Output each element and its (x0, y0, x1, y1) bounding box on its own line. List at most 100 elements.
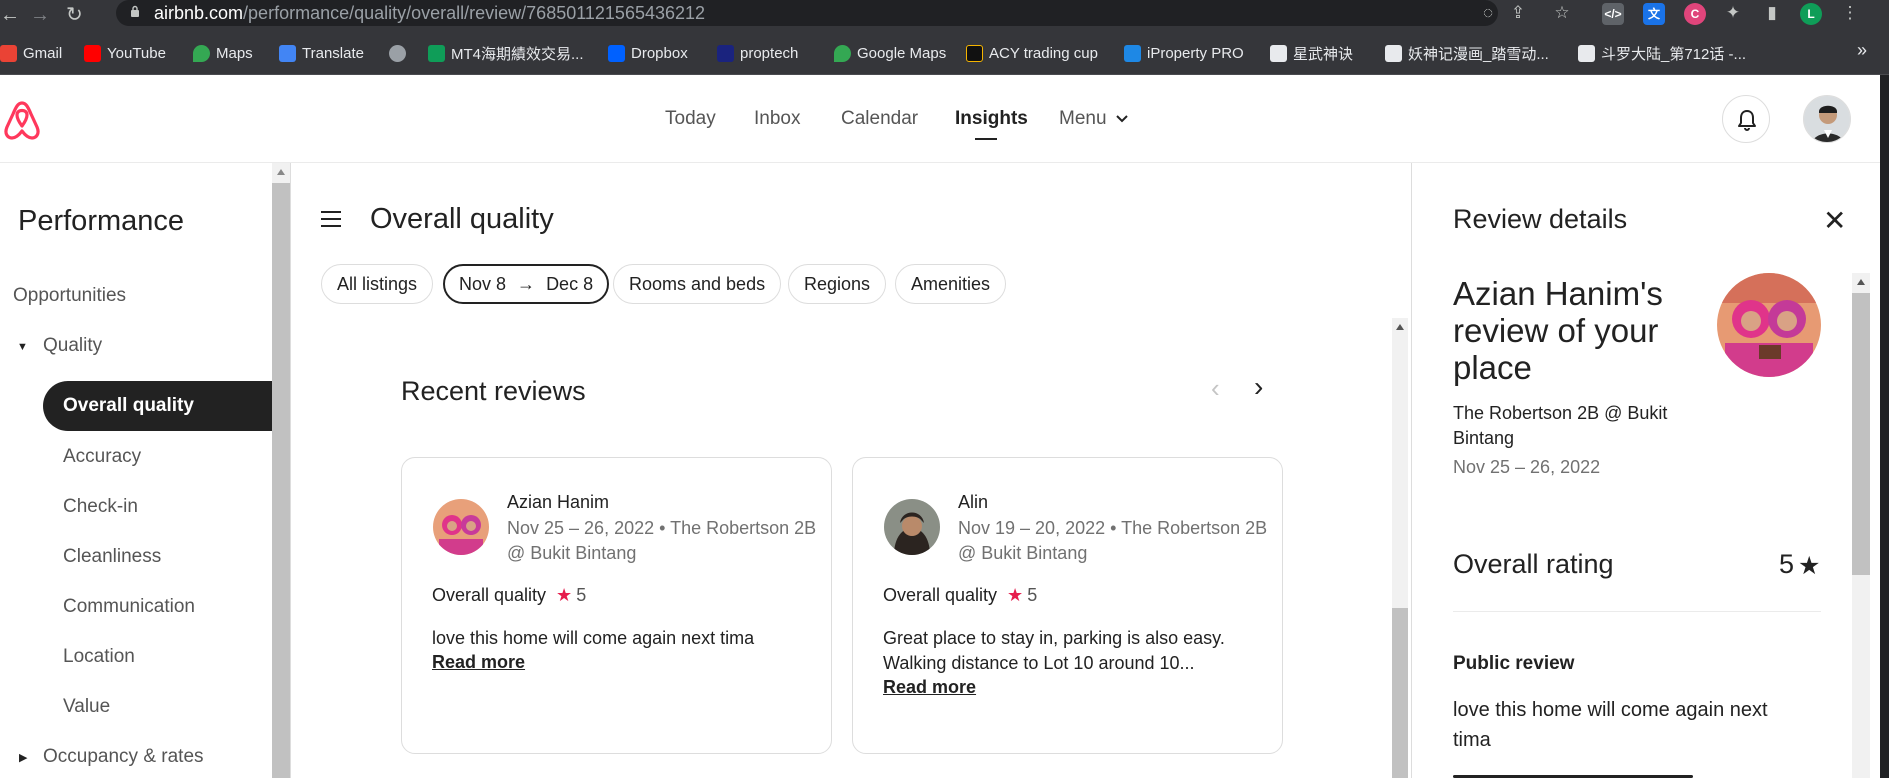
arrow-right-icon: → (517, 274, 536, 294)
bookmark-novel[interactable]: 星武神诀 (1270, 42, 1353, 64)
puzzle-icon[interactable]: ✦ (1723, 3, 1743, 23)
stay-dates: Nov 25 – 26, 2022 (1453, 457, 1601, 477)
url-path: /performance/quality/overall/review/7685… (243, 3, 706, 23)
scroll-up-icon[interactable] (1396, 324, 1404, 330)
sidebar-item-quality[interactable]: Quality (43, 335, 102, 357)
panel-scrollbar[interactable] (1852, 273, 1870, 778)
extension-translate-icon[interactable]: 文 (1643, 3, 1665, 25)
bookmark-youtube[interactable]: YouTube (84, 42, 166, 64)
bookmark-gmail[interactable]: Gmail (0, 42, 62, 64)
site-header: Today Inbox Calendar Insights Menu (0, 75, 1880, 163)
filter-date-range[interactable]: Nov 8 → Dec 8 (443, 264, 610, 304)
sidebar-item-check-in[interactable]: Check-in (63, 496, 138, 518)
sidebar-item-location[interactable]: Location (63, 646, 135, 668)
bookmark-translate[interactable]: Translate (279, 42, 364, 64)
recent-reviews-title: Recent reviews (401, 376, 586, 406)
filter-regions[interactable]: Regions (788, 264, 887, 304)
reviewer-avatar (433, 499, 489, 555)
url-text[interactable]: airbnb.com/performance/quality/overall/r… (154, 3, 705, 24)
bookmark-acy[interactable]: ACY trading cup (966, 42, 1098, 64)
sidebar-item-overall-quality[interactable]: Overall quality (43, 381, 273, 431)
review-heading: Azian Hanim's review of your place (1453, 275, 1663, 386)
overall-rating-label: Overall rating (1453, 549, 1614, 579)
bookmark-maps[interactable]: Maps (193, 42, 253, 64)
back-icon[interactable]: ← (0, 4, 20, 26)
eye-slash-icon[interactable]: ◌ (1478, 3, 1498, 23)
read-more-link[interactable]: Read more (883, 677, 976, 698)
nav-insights[interactable]: Insights (955, 108, 1028, 130)
bookmark-manga-1[interactable]: 妖神记漫画_踏雪动... (1385, 42, 1549, 64)
kebab-menu-icon[interactable]: ⋮ (1840, 3, 1860, 23)
close-icon[interactable]: ✕ (1823, 207, 1846, 235)
nav-inbox[interactable]: Inbox (754, 108, 800, 130)
side-panel-icon[interactable]: ▮ (1762, 3, 1782, 23)
sidebar-item-value[interactable]: Value (63, 696, 110, 718)
sidebar-scroll-thumb[interactable] (272, 183, 290, 778)
sidebar-item-communication[interactable]: Communication (63, 596, 195, 618)
bookmark-iproperty[interactable]: iProperty PRO (1124, 42, 1244, 64)
host-avatar[interactable] (1803, 95, 1851, 143)
sidebar: Performance Opportunities ▼ Quality Over… (0, 163, 290, 778)
main-scrollbar[interactable] (1392, 318, 1408, 778)
sidebar-item-accuracy[interactable]: Accuracy (63, 446, 141, 468)
extension-code-icon[interactable]: </> (1602, 3, 1624, 25)
bookmark-proptech[interactable]: proptech (717, 42, 798, 64)
reviewer-photo (884, 499, 940, 555)
main-scroll-thumb[interactable] (1392, 608, 1408, 778)
forward-icon[interactable]: → (30, 4, 50, 26)
sidebar-scrollbar[interactable] (272, 163, 290, 778)
caret-right-icon[interactable]: ▶ (19, 751, 27, 764)
sidebar-item-occupancy[interactable]: Occupancy & rates (43, 746, 204, 768)
review-card[interactable]: Azian Hanim Nov 25 – 26, 2022 • The Robe… (401, 457, 832, 754)
robot-icon (1578, 44, 1595, 62)
read-more-link[interactable]: Read more (432, 652, 525, 673)
reviewer-photo-large (1717, 273, 1821, 377)
hamburger-menu-icon[interactable] (321, 211, 341, 227)
bookmark-dropbox[interactable]: Dropbox (608, 42, 688, 64)
date-from: Nov 8 (459, 274, 507, 294)
reviewer-name: Alin (958, 492, 989, 512)
translate-icon (279, 44, 296, 62)
extension-c-icon[interactable]: C (1684, 3, 1706, 25)
review-card[interactable]: Alin Nov 19 – 20, 2022 • The Robertson 2… (852, 457, 1283, 754)
bookmark-manga-2[interactable]: 斗罗大陆_第712话 -... (1578, 42, 1746, 64)
chevron-left-icon[interactable]: ‹ (1211, 373, 1220, 404)
panel-scroll-thumb[interactable] (1852, 293, 1870, 575)
dropbox-icon (608, 44, 625, 62)
star-icon: ★ (556, 585, 573, 605)
maps-icon (193, 44, 210, 62)
public-review-text: love this home will come again next tima (1453, 699, 1768, 751)
scroll-up-icon[interactable] (1857, 279, 1865, 285)
address-bar[interactable]: airbnb.com/performance/quality/overall/r… (116, 0, 1498, 26)
share-icon[interactable]: ⇪ (1508, 3, 1528, 23)
reviewer-name: Azian Hanim (507, 492, 610, 512)
nav-today[interactable]: Today (665, 108, 716, 130)
sidebar-item-cleanliness[interactable]: Cleanliness (63, 546, 161, 568)
filter-all-listings[interactable]: All listings (321, 264, 434, 304)
airbnb-logo-icon[interactable] (2, 97, 42, 141)
chevron-right-icon[interactable]: › (1254, 371, 1263, 403)
reload-icon[interactable]: ↻ (66, 4, 83, 26)
caret-down-icon[interactable]: ▼ (17, 341, 28, 353)
youtube-icon (84, 44, 101, 62)
bookmark-globe[interactable] (389, 42, 412, 64)
notifications-button[interactable] (1722, 95, 1770, 143)
nav-calendar[interactable]: Calendar (841, 108, 918, 130)
url-host: airbnb.com (154, 3, 244, 23)
bookmark-star-icon[interactable]: ☆ (1552, 3, 1572, 23)
listing-name: The Robertson 2B @ Bukit Bintang (1453, 403, 1668, 448)
more-bookmarks-icon[interactable]: » (1857, 40, 1867, 61)
rating-score: 5 (576, 585, 587, 605)
bookmark-mt4[interactable]: MT4海期績效交易... (428, 42, 584, 64)
public-review-label: Public review (1453, 653, 1575, 674)
nav-menu[interactable]: Menu (1059, 108, 1129, 130)
sidebar-item-opportunities[interactable]: Opportunities (13, 285, 126, 307)
bookmark-google-maps[interactable]: Google Maps (834, 42, 946, 64)
star-icon: ★ (1798, 552, 1821, 580)
scroll-up-icon[interactable] (277, 169, 285, 175)
filter-rooms-beds[interactable]: Rooms and beds (613, 264, 782, 304)
profile-icon[interactable]: L (1800, 3, 1822, 25)
reviewer-avatar (884, 499, 940, 555)
filter-amenities[interactable]: Amenities (895, 264, 1007, 304)
browser-toolbar: ← → ↻ airbnb.com/performance/quality/ove… (0, 0, 1889, 30)
